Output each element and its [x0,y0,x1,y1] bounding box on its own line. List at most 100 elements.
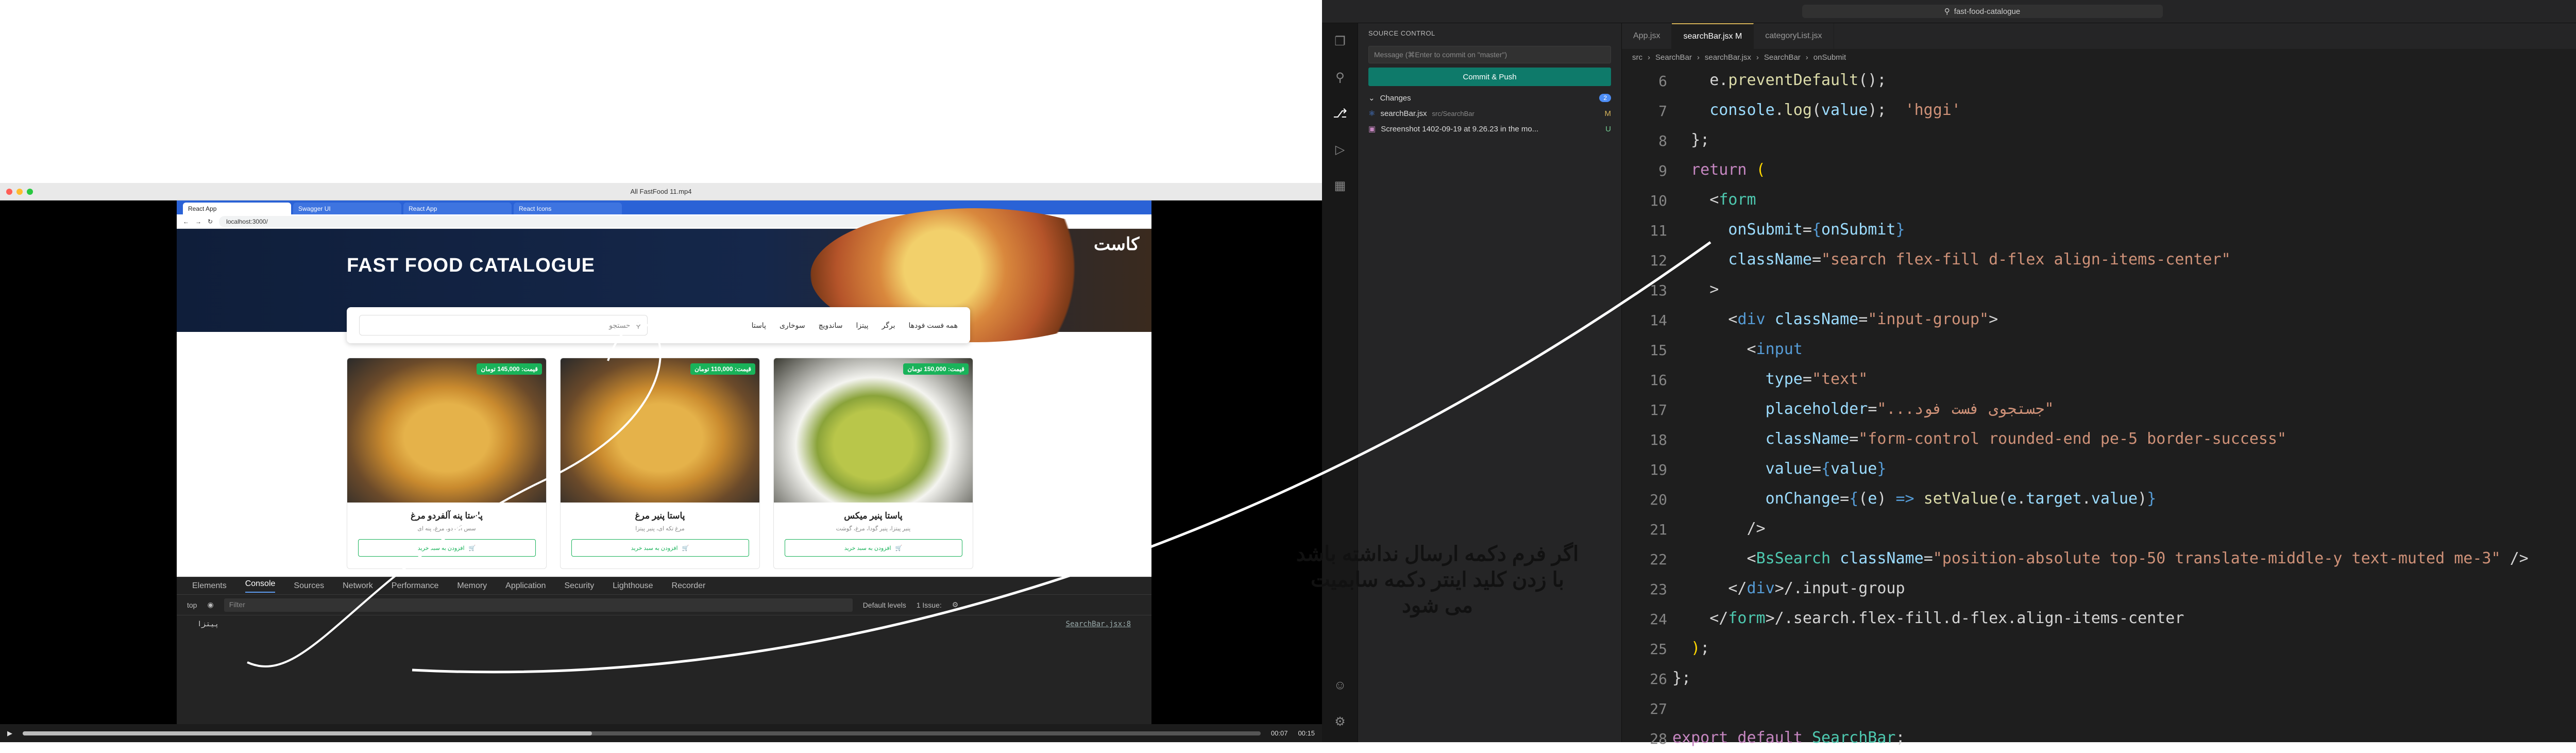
add-to-cart-button[interactable]: افزودن به سبد خرید 🛒 [358,539,536,557]
editor-tab[interactable]: searchBar.jsx M [1672,23,1754,49]
browser-tab-label: React Icons [519,205,552,212]
breadcrumb-item[interactable]: searchBar.jsx [1705,53,1751,62]
chevron-right-icon: › [1756,53,1759,62]
price-badge: قیمت: 110,000 تومان [690,363,755,375]
devtools-tab-lighthouse[interactable]: Lighthouse [613,581,653,591]
react-file-icon: ⚛ [1368,109,1376,118]
code-line: return ( [1691,161,1766,179]
add-to-cart-button[interactable]: افزودن به سبد خرید 🛒 [784,539,962,557]
scrubber[interactable] [23,731,1261,735]
code-line: placeholder="...جستجوی فست فود" [1765,400,2054,418]
eye-icon[interactable]: ◉ [207,600,213,609]
console-log-value: پیتزا [197,620,219,628]
browser-tab[interactable]: Swagger UI [293,203,401,214]
console-log-source[interactable]: SearchBar.jsx:8 [1066,620,1131,628]
chevron-right-icon: › [1805,53,1808,62]
devtools-tab-console[interactable]: Console [245,579,276,593]
forward-icon[interactable]: → [195,218,201,225]
category-item[interactable]: پیتزا [856,321,869,330]
console-toolbar: top ◉ Filter Default levels 1 Issue: ⚙ [177,595,1151,615]
explorer-icon[interactable]: ❐ [1332,34,1348,49]
price-badge: قیمت: 150,000 تومان [903,363,969,375]
devtools-tab-performance[interactable]: Performance [392,581,439,591]
chevron-down-icon: ⌄ [1368,94,1375,103]
devtools-tab-network[interactable]: Network [343,581,373,591]
image-file-icon: ▣ [1368,125,1376,133]
line-number: 22 [1650,551,1667,568]
category-item[interactable]: ساندویچ [819,321,843,330]
category-item[interactable]: پاستا [752,321,766,330]
category-item[interactable]: همه فست فودها [909,321,958,330]
context-select[interactable]: top [187,601,197,609]
annotation-text: اگر فرم دکمه ارسال نداشته باشد با زدن کل… [1257,541,1618,618]
video-title-bar: All FastFood 11.mp4 [0,183,1322,200]
browser-tab[interactable]: React App [403,203,512,214]
devtools-tab-recorder[interactable]: Recorder [672,581,706,591]
commit-message-input[interactable]: Message (⌘Enter to commit on "master") [1368,46,1611,63]
breadcrumb-item[interactable]: onSubmit [1814,53,1846,62]
url-field[interactable]: localhost:3000/ [219,215,941,227]
extensions-icon[interactable]: ▦ [1332,178,1348,193]
devtools-tab-security[interactable]: Security [564,581,594,591]
editor-tab-label: categoryList.jsx [1765,31,1822,40]
play-icon[interactable]: ▶ [7,729,12,738]
code-line: onSubmit={onSubmit} [1728,221,1905,239]
devtools-tab-application[interactable]: Application [505,581,546,591]
account-icon[interactable]: ☺ [1332,678,1348,693]
command-center[interactable]: ⚲ fast-food-catalogue [1802,5,2163,18]
video-window: All FastFood 11.mp4 React App Swagger UI… [0,0,1322,742]
panel-title: SOURCE CONTROL [1368,29,1435,37]
browser-tab[interactable]: React App [183,203,291,214]
code-editor[interactable]: e.preventDefault(); console.log(value); … [1672,65,2576,747]
issues-badge[interactable]: 1 Issue: [917,601,942,609]
category-item[interactable]: سوخاری [779,321,805,330]
product-desc: مرغ تکه ای، پنیر پیتزا [635,526,685,532]
search-icon: ⚲ [635,321,641,329]
code-line: <form [1672,191,1756,209]
add-to-cart-label: افزودن به سبد خرید [417,545,465,551]
breadcrumb-item[interactable]: src [1632,53,1642,62]
code-line: value={value} [1765,460,1887,478]
product-card: قیمت: 110,000 تومان پاستا پنیر مرغ مرغ ت… [560,358,760,569]
devtools-tab-sources[interactable]: Sources [294,581,324,591]
changes-header[interactable]: ⌄ Changes 2 [1358,90,1621,106]
browser-window: React App Swagger UI React App React Ico… [177,200,1151,724]
changes-label: Changes [1380,93,1411,103]
search-icon[interactable]: ⚲ [1332,70,1348,85]
commit-push-button[interactable]: Commit & Push [1368,68,1611,86]
breadcrumb-item[interactable]: SearchBar [1764,53,1801,62]
video-title: All FastFood 11.mp4 [630,188,692,195]
add-to-cart-button[interactable]: افزودن به سبد خرید 🛒 [571,539,749,557]
editor-tab[interactable]: App.jsx [1622,23,1672,49]
back-icon[interactable]: ← [183,218,189,225]
line-number: 24 [1650,611,1667,628]
reload-icon[interactable]: ↻ [208,218,213,225]
code-line: type="text" [1765,370,1868,388]
code-line: onChange={(e) => setValue(e.target.value… [1765,490,2157,508]
gear-icon[interactable]: ⚙ [1332,714,1348,729]
close-window-button[interactable] [6,189,12,195]
player-controls: ▶ 00:07 00:15 [0,724,1322,742]
browser-tab-label: React App [188,205,217,212]
log-levels-select[interactable]: Default levels [863,601,906,609]
zoom-window-button[interactable] [27,189,33,195]
editor-tabs: App.jsx searchBar.jsx M categoryList.jsx [1622,23,2576,49]
product-image [561,358,759,503]
category-item[interactable]: برگر [882,321,895,330]
devtools-tab-memory[interactable]: Memory [457,581,487,591]
search-input[interactable]: جستجو ⚲ [359,315,648,336]
product-card: قیمت: 150,000 تومان پاستا پنیر میکس پنیر… [773,358,973,569]
minimize-window-button[interactable] [16,189,23,195]
editor-tab[interactable]: categoryList.jsx [1754,23,1834,49]
breadcrumb-item[interactable]: SearchBar [1655,53,1692,62]
source-control-icon[interactable]: ⎇ [1332,106,1348,121]
line-number-gutter: 6 7 8 9 10 11 12 13 14 15 16 17 18 19 20 21 22 23 24 25 26 27… [1622,65,1672,747]
product-image [347,358,546,503]
run-debug-icon[interactable]: ▷ [1332,142,1348,157]
change-item[interactable]: ⚛ searchBar.jsx src/SearchBar M [1358,106,1621,121]
change-item[interactable]: ▣ Screenshot 1402-09-19 at 9.26.23 in th… [1358,121,1621,137]
devtools-tab-elements[interactable]: Elements [192,581,227,591]
gear-icon[interactable]: ⚙ [952,600,959,609]
console-filter-input[interactable]: Filter [224,598,853,612]
browser-tab[interactable]: React Icons [514,203,622,214]
